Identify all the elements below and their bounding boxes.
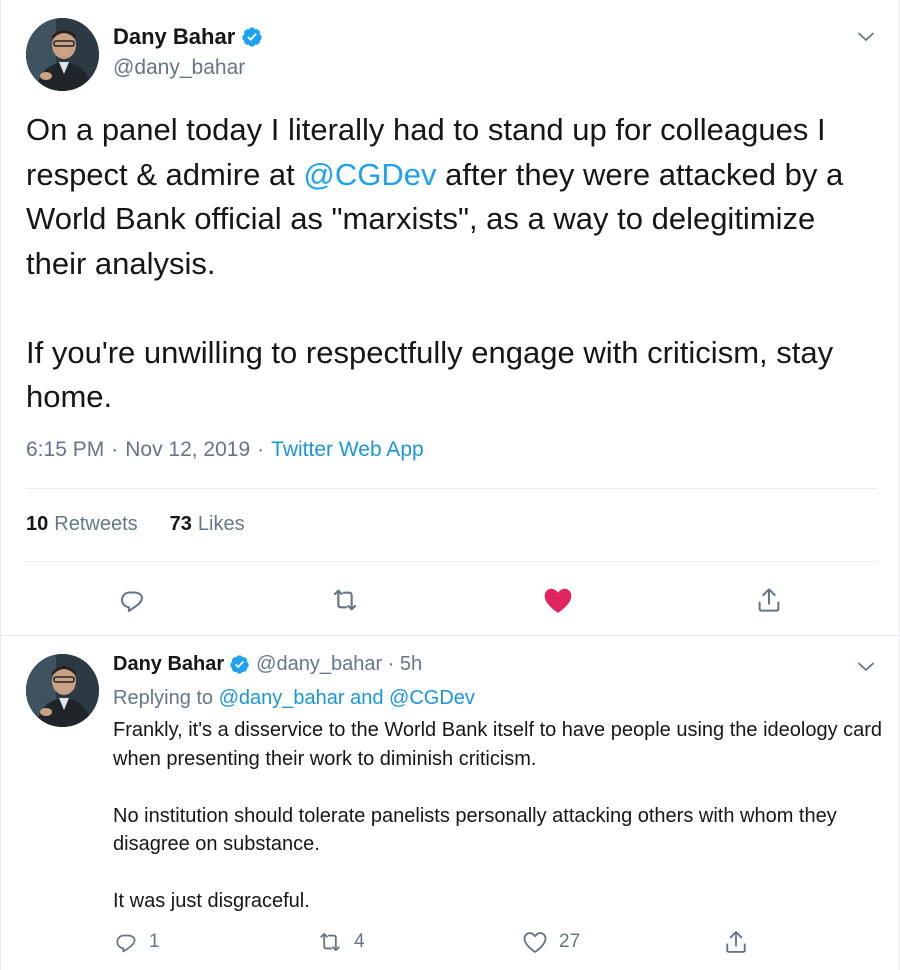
reply-tweet[interactable]: Dany Bahar @dany_bahar · 5h Replying to …	[1, 637, 900, 970]
heart-outline-icon	[523, 932, 547, 953]
verified-badge-icon	[242, 27, 262, 47]
share-button[interactable]	[722, 927, 760, 957]
chevron-down-icon[interactable]	[856, 27, 876, 47]
reply-count: 1	[149, 931, 160, 952]
tweet-text-part2: after they were attacked by a World Bank…	[26, 156, 844, 415]
retweet-button[interactable]	[328, 583, 362, 617]
retweets-label: Retweets	[54, 513, 138, 535]
main-tweet: Dany Bahar @dany_bahar On a panel today …	[1, 0, 900, 636]
retweet-icon	[333, 589, 357, 611]
like-count: 27	[559, 931, 581, 952]
replying-prefix: Replying to	[113, 687, 219, 709]
tweet-stats: 10 Retweets 73 Likes	[26, 513, 277, 536]
reply-text: Frankly, it's a disservice to the World …	[113, 719, 883, 912]
tweet-text: On a panel today I literally had to stan…	[26, 108, 876, 420]
chevron-down-icon[interactable]	[856, 657, 876, 677]
author-handle[interactable]: @dany_bahar	[113, 56, 245, 80]
like-button[interactable]	[541, 583, 575, 617]
tweet-date[interactable]: Nov 12, 2019	[125, 438, 250, 462]
retweet-count: 4	[354, 931, 365, 952]
reply-icon	[116, 934, 136, 953]
divider	[26, 561, 877, 562]
likes-count: 73	[169, 513, 192, 535]
author-name[interactable]: Dany Bahar	[113, 24, 235, 50]
retweets-stat[interactable]: 10 Retweets	[26, 513, 138, 536]
reply-icon	[121, 591, 143, 612]
tweet-source-link[interactable]: Twitter Web App	[271, 438, 424, 462]
reply-handle-time[interactable]: @dany_bahar · 5h	[256, 653, 422, 676]
verified-badge-icon	[230, 655, 249, 674]
reply-button[interactable]: 1	[113, 927, 160, 957]
divider	[26, 488, 877, 489]
share-icon	[758, 588, 780, 612]
share-button[interactable]	[752, 583, 786, 617]
avatar[interactable]	[26, 18, 99, 91]
heart-icon	[544, 588, 572, 613]
author-row: Dany Bahar	[113, 24, 263, 50]
meta-separator: ·	[257, 438, 265, 461]
reply-button[interactable]	[115, 583, 149, 617]
retweets-count: 10	[26, 513, 49, 535]
mention-link[interactable]: @CGDev	[303, 157, 436, 192]
retweet-button[interactable]: 4	[316, 927, 365, 957]
reply-author-name[interactable]: Dany Bahar	[113, 653, 224, 676]
like-button[interactable]: 27	[521, 927, 580, 957]
tweet-time[interactable]: 6:15 PM	[26, 438, 104, 462]
meta-separator: ·	[111, 438, 119, 461]
retweet-icon	[320, 932, 340, 952]
share-icon	[726, 931, 746, 953]
likes-label: Likes	[197, 513, 245, 535]
tweet-actions	[1, 583, 900, 617]
reply-actions: 1 4 27	[1, 927, 900, 957]
avatar[interactable]	[26, 654, 99, 727]
replying-to-links[interactable]: @dany_bahar and @CGDev	[219, 687, 475, 709]
reply-author-row: Dany Bahar @dany_bahar · 5h	[113, 653, 422, 676]
replying-to: Replying to @dany_bahar and @CGDev	[113, 687, 475, 710]
tweet-meta: 6:15 PM · Nov 12, 2019 · Twitter Web App	[26, 438, 424, 462]
likes-stat[interactable]: 73 Likes	[170, 513, 245, 536]
tweet-frame: Dany Bahar @dany_bahar On a panel today …	[0, 0, 900, 970]
